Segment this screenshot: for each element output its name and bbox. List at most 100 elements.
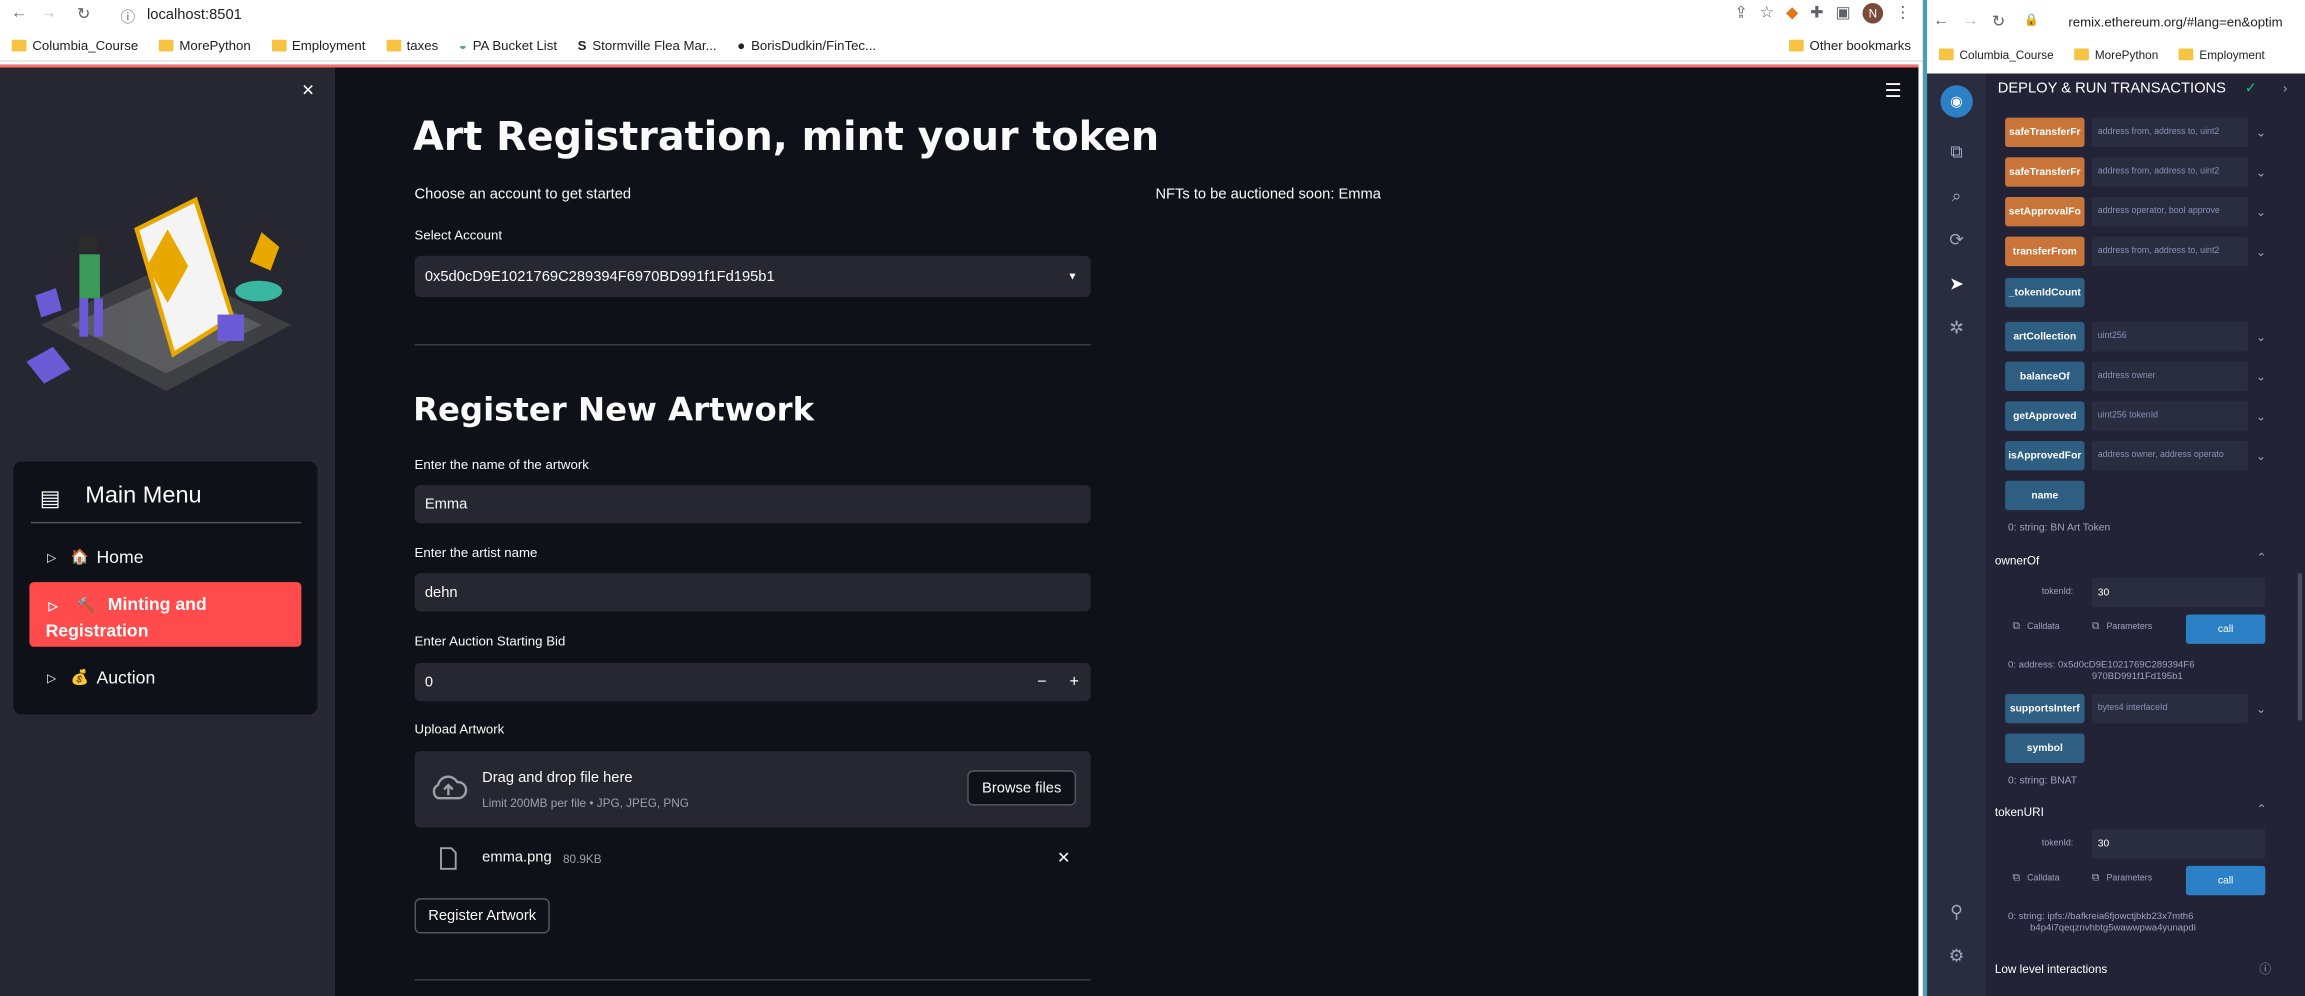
file-dropzone[interactable]: Drag and drop file here Limit 200MB per … xyxy=(414,751,1091,828)
parameters-button[interactable]: Parameters xyxy=(2107,875,2153,884)
copy-icon[interactable]: ⧉ xyxy=(2092,622,2099,634)
solidity-compiler-icon[interactable]: ⟳ xyxy=(1945,228,1969,252)
extensions-icon[interactable]: ✚ xyxy=(1810,3,1824,24)
function-button[interactable]: supportsInterf xyxy=(2005,693,2085,724)
file-explorer-icon[interactable]: ⧉ xyxy=(1945,140,1969,164)
bookmark-item[interactable]: S Stormville Flea Mar... xyxy=(578,37,717,52)
share-icon[interactable]: ⇪ xyxy=(1734,3,1748,24)
chevron-down-icon[interactable]: ⌄ xyxy=(2252,441,2270,470)
close-sidebar-icon[interactable]: ✕ xyxy=(301,81,315,100)
bookmark-item[interactable]: MorePython xyxy=(158,37,251,52)
bookmark-item[interactable]: Employment xyxy=(271,37,365,52)
reload-icon[interactable]: ↻ xyxy=(1992,12,2006,31)
debugger-icon[interactable]: ✲ xyxy=(1945,316,1969,340)
function-args-input[interactable]: bytes4 interfaceId xyxy=(2091,693,2248,724)
remove-file-icon[interactable]: ✕ xyxy=(1057,848,1071,868)
artwork-name-input[interactable]: Emma xyxy=(414,485,1091,524)
panel-scrollbar[interactable] xyxy=(2297,573,2303,721)
deploy-run-icon[interactable]: ➤ xyxy=(1945,272,1969,296)
chevron-down-icon[interactable]: ⌄ xyxy=(2252,694,2270,723)
decrement-button[interactable]: − xyxy=(1037,673,1046,691)
function-args-input[interactable]: uint256 xyxy=(2091,321,2248,352)
function-button[interactable]: symbol xyxy=(2005,733,2085,763)
increment-button[interactable]: + xyxy=(1070,673,1079,691)
url-field[interactable]: ⓘ localhost:8501 xyxy=(114,2,1673,27)
chevron-down-icon[interactable]: ⌄ xyxy=(2252,362,2270,391)
calldata-button[interactable]: Calldata xyxy=(2027,623,2059,632)
tokenuri-call-button[interactable]: call xyxy=(2185,865,2266,896)
tokenuri-param-input[interactable]: 30 xyxy=(2091,829,2266,859)
function-button[interactable]: safeTransferFr xyxy=(2005,117,2085,148)
bookmark-item[interactable]: Columbia_Course xyxy=(11,37,138,52)
folder-icon xyxy=(158,38,174,51)
menu-item-home[interactable]: ▷ 🏠 Home xyxy=(29,541,301,573)
function-args-input[interactable]: address from, address to, uint2 xyxy=(2091,157,2248,187)
function-button[interactable]: safeTransferFr xyxy=(2005,157,2085,187)
parameters-button[interactable]: Parameters xyxy=(2107,623,2153,632)
function-button[interactable]: isApprovedFor xyxy=(2005,441,2085,471)
ownerof-call-button[interactable]: call xyxy=(2185,614,2266,644)
menu-item-minting[interactable]: ▷ 🔨 Minting and Registration xyxy=(29,582,302,647)
plugin-manager-icon[interactable]: ⚲ xyxy=(1945,900,1969,924)
function-button[interactable]: name xyxy=(2005,480,2085,511)
artist-name-input[interactable]: dehn xyxy=(414,573,1091,612)
chevron-down-icon[interactable]: ⌄ xyxy=(2252,401,2270,430)
function-button[interactable]: transferFrom xyxy=(2005,236,2085,267)
bid-number-input[interactable]: 0 − + xyxy=(414,662,1091,702)
url-text: localhost:8501 xyxy=(147,6,242,23)
ownerof-param-input[interactable]: 30 xyxy=(2091,577,2266,608)
chevron-down-icon[interactable]: ⌄ xyxy=(2252,157,2270,186)
info-icon[interactable]: ⓘ xyxy=(2259,961,2271,977)
bookmark-item[interactable]: ◒ PA Bucket List xyxy=(459,37,557,52)
metamask-icon[interactable]: ◆ xyxy=(1786,3,1798,24)
account-select[interactable]: 0x5d0cD9E1021769C289394F6970BD991f1Fd195… xyxy=(414,255,1091,297)
copy-icon[interactable]: ⧉ xyxy=(2092,873,2099,885)
bookmark-item[interactable]: taxes xyxy=(386,37,438,52)
copy-icon[interactable]: ⧉ xyxy=(2012,622,2019,634)
function-args-input[interactable]: address from, address to, uint2 xyxy=(2091,117,2248,148)
copy-icon[interactable]: ⧉ xyxy=(2012,873,2019,885)
bookmark-item[interactable]: MorePython xyxy=(2074,48,2158,61)
avatar[interactable]: N xyxy=(1862,2,1884,24)
hamburger-icon[interactable]: ☰ xyxy=(1885,79,1902,103)
folder-icon xyxy=(2178,48,2194,61)
function-button[interactable]: _tokenIdCount xyxy=(2005,277,2085,308)
calldata-button[interactable]: Calldata xyxy=(2027,875,2059,884)
bookmark-item[interactable]: ● BorisDudkin/FinTec... xyxy=(737,37,876,52)
register-artwork-button[interactable]: Register Artwork xyxy=(414,898,550,934)
bookmark-item[interactable]: Employment xyxy=(2178,48,2265,61)
kebab-menu-icon[interactable]: ⋮ xyxy=(1895,3,1911,24)
chevron-down-icon[interactable]: ⌄ xyxy=(2252,197,2270,226)
remix-logo-icon[interactable]: ◉ xyxy=(1940,85,1973,118)
search-icon[interactable]: ⌕ xyxy=(1945,184,1969,208)
settings-gear-icon[interactable]: ⚙ xyxy=(1945,944,1969,968)
function-button[interactable]: artCollection xyxy=(2005,321,2085,352)
reload-icon[interactable]: ↻ xyxy=(71,4,97,24)
forward-icon[interactable]: → xyxy=(1962,12,1978,30)
forward-icon[interactable]: → xyxy=(35,4,61,22)
section-divider xyxy=(414,343,1091,346)
bookmark-item[interactable]: Columbia_Course xyxy=(1938,48,2054,61)
sidepanel-icon[interactable]: ▣ xyxy=(1835,3,1850,24)
chevron-down-icon[interactable]: ⌄ xyxy=(2252,118,2270,147)
star-icon[interactable]: ☆ xyxy=(1760,3,1775,24)
function-button[interactable]: setApprovalFo xyxy=(2005,196,2085,227)
back-icon[interactable]: ← xyxy=(6,4,32,22)
function-args-input[interactable]: address owner xyxy=(2091,361,2248,392)
function-button[interactable]: getApproved xyxy=(2005,401,2085,431)
function-button[interactable]: balanceOf xyxy=(2005,361,2085,392)
function-args-input[interactable]: uint256 tokenId xyxy=(2091,401,2248,431)
back-icon[interactable]: ← xyxy=(1933,12,1949,30)
chevron-up-icon[interactable]: ⌃ xyxy=(2256,551,2266,564)
collapse-panel-icon[interactable]: › xyxy=(2283,81,2287,96)
other-bookmarks[interactable]: Other bookmarks xyxy=(1788,37,1911,52)
function-args-input[interactable]: address from, address to, uint2 xyxy=(2091,236,2248,267)
chevron-up-icon[interactable]: ⌃ xyxy=(2256,803,2266,816)
chevron-down-icon[interactable]: ⌄ xyxy=(2252,322,2270,351)
menu-item-auction[interactable]: ▷ 💰 Auction xyxy=(29,662,301,694)
chevron-down-icon[interactable]: ⌄ xyxy=(2252,237,2270,266)
function-args-input[interactable]: address owner, address operato xyxy=(2091,441,2248,471)
browse-files-button[interactable]: Browse files xyxy=(967,770,1077,806)
function-args-input[interactable]: address operator, bool approve xyxy=(2091,196,2248,227)
remix-url-text[interactable]: remix.ethereum.org/#lang=en&optim xyxy=(2068,15,2282,30)
